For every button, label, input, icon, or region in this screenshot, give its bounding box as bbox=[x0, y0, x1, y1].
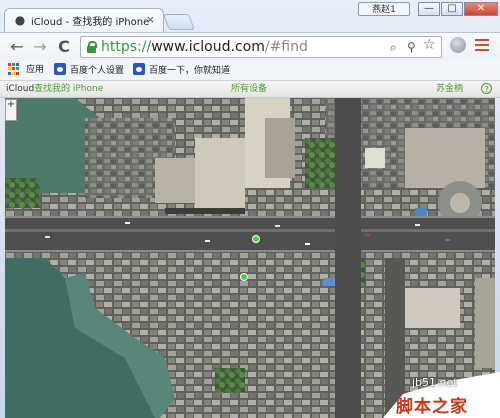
user-menu[interactable]: 苏金柄 bbox=[436, 82, 463, 96]
lock-icon bbox=[87, 41, 97, 53]
bookmark-label: 百度一下，你就知道 bbox=[149, 66, 231, 76]
minimize-button[interactable]: — bbox=[418, 2, 440, 16]
map-imagery bbox=[5, 98, 495, 418]
url-host: www.icloud.com bbox=[151, 39, 265, 55]
zoom-in-button[interactable]: + bbox=[5, 99, 17, 121]
satellite-map[interactable] bbox=[5, 98, 495, 418]
bookmarks-bar: 应用 百度个人设置 百度一下，你就知道 bbox=[0, 60, 500, 81]
bookmark-baidu-settings[interactable]: 百度个人设置 bbox=[54, 63, 124, 77]
url-text[interactable]: https://www.icloud.com/#find bbox=[101, 38, 308, 56]
back-button[interactable]: ← bbox=[7, 37, 27, 57]
baidu-paw-icon bbox=[54, 63, 66, 75]
icloud-brand[interactable]: iCloud bbox=[6, 82, 34, 96]
menu-icon[interactable] bbox=[475, 39, 489, 51]
tab-strip: ● iCloud - 查找我的 iPhone × 燕赵1 — □ ✕ bbox=[0, 0, 500, 32]
profile-badge[interactable]: 燕赵1 bbox=[358, 2, 410, 16]
url-scheme: https:// bbox=[101, 39, 152, 55]
browser-window: ● iCloud - 查找我的 iPhone × 燕赵1 — □ ✕ ← → C… bbox=[0, 0, 500, 418]
forward-button[interactable]: → bbox=[30, 37, 50, 57]
new-tab-button[interactable] bbox=[163, 14, 195, 30]
icloud-header: iCloud 查找我的 iPhone 所有设备 苏金柄 ? bbox=[0, 81, 500, 98]
tab-icloud[interactable]: ● iCloud - 查找我的 iPhone × bbox=[4, 8, 164, 32]
star-icon[interactable]: ☆ bbox=[423, 38, 436, 52]
tab-title: iCloud - 查找我的 iPhone bbox=[31, 17, 150, 28]
window-close-button[interactable]: ✕ bbox=[464, 2, 498, 16]
device-location-pin[interactable] bbox=[240, 273, 248, 281]
watermark-name: 脚本之家 bbox=[396, 397, 468, 417]
baidu-paw-icon bbox=[133, 63, 145, 75]
toolbar: ← → C https://www.icloud.com/#find ⌕ ⚲ ☆ bbox=[0, 32, 500, 61]
extension-globe-icon[interactable] bbox=[450, 37, 466, 53]
reload-button[interactable]: C bbox=[54, 37, 74, 57]
device-location-pin[interactable] bbox=[252, 235, 260, 243]
help-icon[interactable]: ? bbox=[481, 83, 492, 94]
maximize-button[interactable]: □ bbox=[441, 2, 463, 16]
tab-close-icon[interactable]: × bbox=[146, 13, 155, 27]
search-icon[interactable]: ⌕ bbox=[390, 40, 397, 54]
apple-icon: ● bbox=[14, 13, 26, 27]
address-bar[interactable]: https://www.icloud.com/#find ⌕ ⚲ ☆ bbox=[80, 36, 442, 58]
watermark-site: jb51.net bbox=[412, 376, 458, 389]
app-menu[interactable]: 查找我的 iPhone bbox=[34, 82, 103, 96]
key-icon[interactable]: ⚲ bbox=[407, 40, 416, 54]
url-path: /#find bbox=[264, 39, 308, 55]
bookmark-baidu-search[interactable]: 百度一下，你就知道 bbox=[133, 63, 230, 77]
apps-icon[interactable] bbox=[8, 63, 20, 75]
bookmark-apps[interactable]: 应用 bbox=[26, 63, 44, 77]
devices-dropdown[interactable]: 所有设备 bbox=[231, 82, 267, 96]
bookmark-label: 百度个人设置 bbox=[70, 66, 125, 76]
